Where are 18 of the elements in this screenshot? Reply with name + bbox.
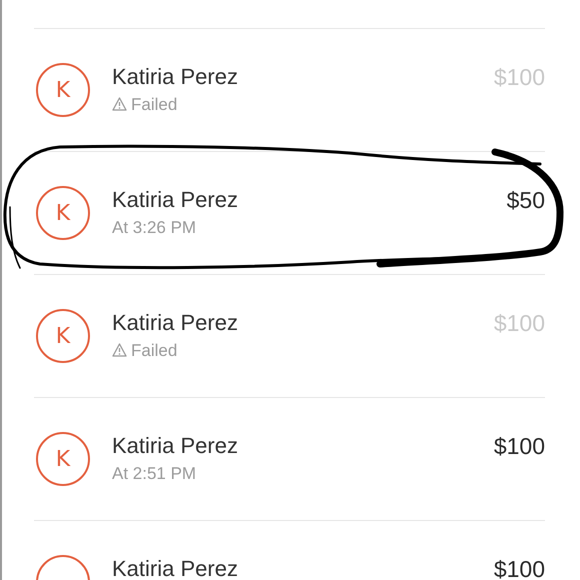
avatar: K [36,63,90,117]
amount: $100 [494,555,545,580]
timestamp: At 2:51 PM [112,464,196,483]
failed-status: Failed [131,95,178,114]
amount: $50 [506,186,545,215]
amount: $100 [494,432,545,461]
warning-icon [112,343,127,357]
contact-name: Katiria Perez [112,555,238,580]
contact-name: Katiria Perez [112,432,238,460]
contact-name: Katiria Perez [112,309,238,337]
contact-name: Katiria Perez [112,186,238,214]
avatar: K [36,309,90,363]
timestamp: At 3:26 PM [112,218,196,237]
contact-name: Katiria Perez [112,63,238,91]
failed-status: Failed [131,341,178,360]
avatar: K [36,432,90,486]
warning-icon [112,97,127,111]
avatar: K [36,186,90,240]
